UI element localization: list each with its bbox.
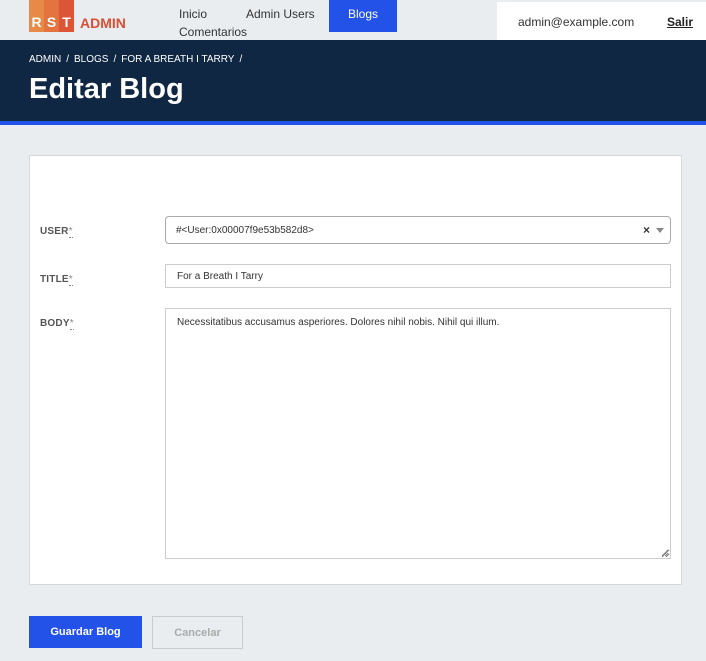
logo-admin-text: ADMIN <box>80 15 126 31</box>
page-title: Editar Blog <box>29 73 184 105</box>
user-field-label: User* <box>40 226 73 238</box>
user-select-value: #<User:0x00007f9e53b582d8> <box>176 225 314 236</box>
cancel-button[interactable]: Cancelar <box>152 616 243 649</box>
nav-item-admin-users[interactable]: Admin Users <box>246 7 315 21</box>
logout-link[interactable]: Salir <box>667 15 693 29</box>
rst-admin-logo[interactable]: R S T ADMIN <box>29 0 126 40</box>
logo-letter-r: R <box>29 0 44 32</box>
user-select[interactable]: #<User:0x00007f9e53b582d8> × <box>165 216 671 244</box>
user-box: admin@example.com Salir <box>497 2 706 40</box>
breadcrumb-separator: / <box>113 54 117 65</box>
nav-item-comentarios[interactable]: Comentarios <box>179 25 247 39</box>
title-input[interactable] <box>165 264 671 288</box>
chevron-down-icon[interactable] <box>656 228 664 233</box>
logo-letter-s: S <box>44 0 59 32</box>
breadcrumb-blogs[interactable]: Blogs <box>74 54 108 65</box>
body-textarea[interactable]: Necessitatibus accusamus asperiores. Dol… <box>165 308 671 559</box>
breadcrumb-separator: / <box>239 54 243 65</box>
nav-item-inicio[interactable]: Inicio <box>179 7 207 21</box>
title-field-label: Title* <box>40 274 73 286</box>
breadcrumb-separator: / <box>66 54 70 65</box>
top-navbar: R S T ADMIN Inicio Admin Users Blogs Com… <box>0 0 706 40</box>
body-field-label: Body* <box>40 318 74 330</box>
resize-grip-icon[interactable] <box>661 549 669 557</box>
clear-icon[interactable]: × <box>643 223 650 237</box>
save-blog-button[interactable]: Guardar Blog <box>29 616 142 648</box>
logo-letter-t: T <box>59 0 74 32</box>
breadcrumb: Admin / Blogs / For a Breath I Tarry / <box>29 54 247 65</box>
required-mark: * <box>69 318 74 330</box>
logo-blocks: R S T <box>29 0 74 32</box>
header-accent-line <box>0 121 706 125</box>
breadcrumb-blog-title[interactable]: For a Breath I Tarry <box>121 54 234 65</box>
user-email: admin@example.com <box>518 15 635 29</box>
required-mark: * <box>68 226 73 238</box>
nav-item-blogs[interactable]: Blogs <box>329 0 397 32</box>
required-mark: * <box>68 274 73 286</box>
breadcrumb-admin[interactable]: Admin <box>29 54 61 65</box>
